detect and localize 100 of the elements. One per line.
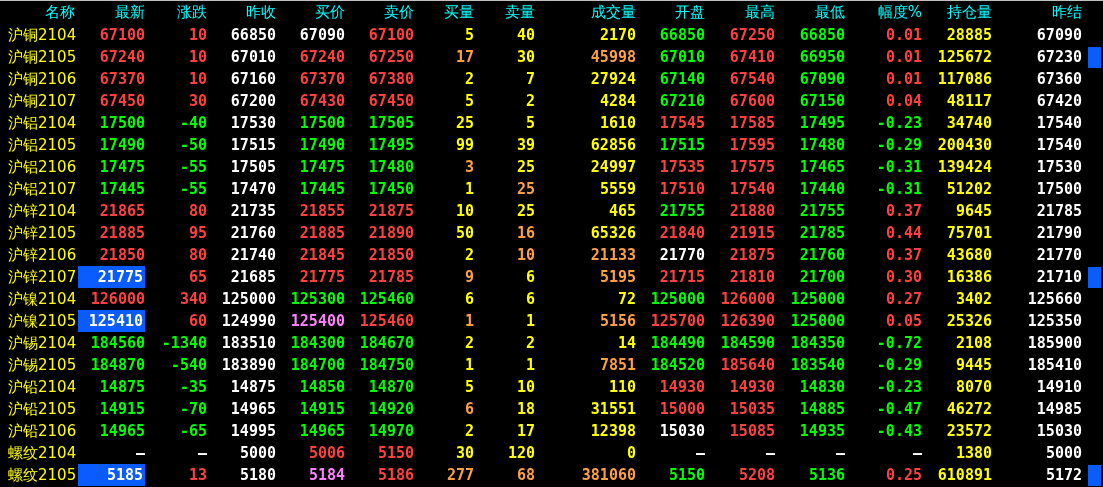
table-cell-text: 67010 xyxy=(658,49,705,65)
table-cell-text: -0.31 xyxy=(875,159,922,175)
table-cell-text: 0.44 xyxy=(884,225,922,241)
table-cell-text: 67420 xyxy=(1035,93,1082,109)
table-cell-text: 14850 xyxy=(298,379,345,395)
table-cell-text: 17475 xyxy=(298,159,345,175)
column-header[interactable]: 最新 xyxy=(75,5,145,20)
table-cell-text: 67540 xyxy=(728,71,775,87)
table-cell-text: 5180 xyxy=(238,467,276,483)
table-cell-text: 1 xyxy=(524,313,535,329)
table-cell-text: 14885 xyxy=(798,401,845,417)
table-cell-text: 67250 xyxy=(367,49,414,65)
table-cell-text: 17530 xyxy=(1035,159,1082,175)
table-cell-text: 9445 xyxy=(954,357,992,373)
table-cell-text: 17505 xyxy=(367,115,414,131)
table-cell-text: 21885 xyxy=(98,225,145,241)
table-cell-text: 67370 xyxy=(298,71,345,87)
contract-name: 沪铅2104 xyxy=(7,379,75,395)
table-cell-text: 67100 xyxy=(367,27,414,43)
table-cell-text: — xyxy=(694,445,705,461)
table-cell-text: 184870 xyxy=(89,357,145,373)
table-cell-text: 21785 xyxy=(798,225,845,241)
table-cell-text: — xyxy=(764,445,775,461)
table-cell-text: 21133 xyxy=(589,247,636,263)
column-header[interactable]: 涨跌 xyxy=(145,5,207,20)
table-cell-text: 125700 xyxy=(649,313,705,329)
table-cell-text: 1 xyxy=(463,181,474,197)
table-cell-text: 18 xyxy=(515,401,535,417)
column-header[interactable]: 持仓量 xyxy=(922,5,992,20)
table-cell-text: 3402 xyxy=(954,291,992,307)
table-cell-text: 21790 xyxy=(1035,225,1082,241)
table-cell-text: 67210 xyxy=(658,93,705,109)
table-cell-text: 21850 xyxy=(367,247,414,263)
table-cell-text: 5184 xyxy=(307,467,345,483)
table-cell-text: 183510 xyxy=(220,335,276,351)
table-cell-text: 67360 xyxy=(1035,71,1082,87)
table-cell-text: 0.37 xyxy=(884,203,922,219)
table-cell-text: 21770 xyxy=(1035,247,1082,263)
table-cell-text: 185640 xyxy=(719,357,775,373)
table-cell-text: 17530 xyxy=(229,115,276,131)
table-cell-text: 277 xyxy=(445,467,474,483)
table-cell-text: 99 xyxy=(454,137,474,153)
column-header[interactable]: 昨结 xyxy=(992,5,1082,20)
table-cell-text: -65 xyxy=(178,423,207,439)
contract-name: 沪铜2105 xyxy=(7,49,75,65)
table-cell-text: 65 xyxy=(187,269,207,285)
table-cell-text: 10 xyxy=(187,71,207,87)
column-header[interactable]: 卖价 xyxy=(345,5,414,20)
table-cell-text: 184750 xyxy=(358,357,414,373)
table-cell-text: 50 xyxy=(454,225,474,241)
table-cell-text: 5 xyxy=(463,379,474,395)
table-cell-text: 2108 xyxy=(954,335,992,351)
table-cell-text: 21770 xyxy=(658,247,705,263)
column-header[interactable]: 名称 xyxy=(0,5,75,20)
table-cell-text: 1610 xyxy=(598,115,636,131)
column-header[interactable]: 卖量 xyxy=(474,5,535,20)
table-cell-text: -0.43 xyxy=(875,423,922,439)
table-cell-text: 67150 xyxy=(798,93,845,109)
table-cell-text: 80 xyxy=(187,247,207,263)
contract-name: 螺纹2105 xyxy=(7,467,75,483)
column-header[interactable]: 买价 xyxy=(276,5,345,20)
table-cell-text: 0.27 xyxy=(884,291,922,307)
column-header[interactable]: 昨收 xyxy=(207,5,276,20)
contract-name: 沪铜2106 xyxy=(7,71,75,87)
table-cell-text: 67250 xyxy=(728,27,775,43)
table-cell-text: 3 xyxy=(463,159,474,175)
table-cell-text: 14 xyxy=(616,335,636,351)
table-cell-text: 21785 xyxy=(1035,203,1082,219)
column-header[interactable]: 成交量 xyxy=(535,5,636,20)
table-cell-text: 14935 xyxy=(798,423,845,439)
table-cell-text: 17540 xyxy=(1035,137,1082,153)
table-cell-text: 66850 xyxy=(798,27,845,43)
column-header[interactable]: 最低 xyxy=(775,5,845,20)
table-cell-text: 5 xyxy=(463,27,474,43)
table-cell-text: 30 xyxy=(515,49,535,65)
column-header[interactable]: 开盘 xyxy=(636,5,705,20)
table-cell-text: 60 xyxy=(187,313,207,329)
table-cell-text: 125400 xyxy=(289,313,345,329)
table-cell-text: 27924 xyxy=(589,71,636,87)
table-cell-text: 183540 xyxy=(789,357,845,373)
table-cell-text: 17510 xyxy=(658,181,705,197)
table-cell-text: 6 xyxy=(524,291,535,307)
table-cell-text: 8070 xyxy=(954,379,992,395)
table-cell-text: 67410 xyxy=(728,49,775,65)
table-cell-text: 15000 xyxy=(658,401,705,417)
table-cell-text: 5006 xyxy=(307,445,345,461)
table-cell-text: 67600 xyxy=(728,93,775,109)
column-header[interactable]: 买量 xyxy=(414,5,474,20)
table-cell-text: 25 xyxy=(454,115,474,131)
table-cell-text: -1340 xyxy=(160,335,207,351)
table-cell-text: 15030 xyxy=(1035,423,1082,439)
table-cell-text: 21855 xyxy=(298,203,345,219)
table-cell-text: 14965 xyxy=(98,423,145,439)
table-cell-text: 17500 xyxy=(1035,181,1082,197)
table-cell-text: 68 xyxy=(515,467,535,483)
column-header[interactable]: 最高 xyxy=(705,5,775,20)
table-cell-text: -50 xyxy=(178,137,207,153)
table-cell-text: 24997 xyxy=(589,159,636,175)
table-cell-text: 21880 xyxy=(728,203,775,219)
column-header[interactable]: 幅度% xyxy=(845,5,922,20)
